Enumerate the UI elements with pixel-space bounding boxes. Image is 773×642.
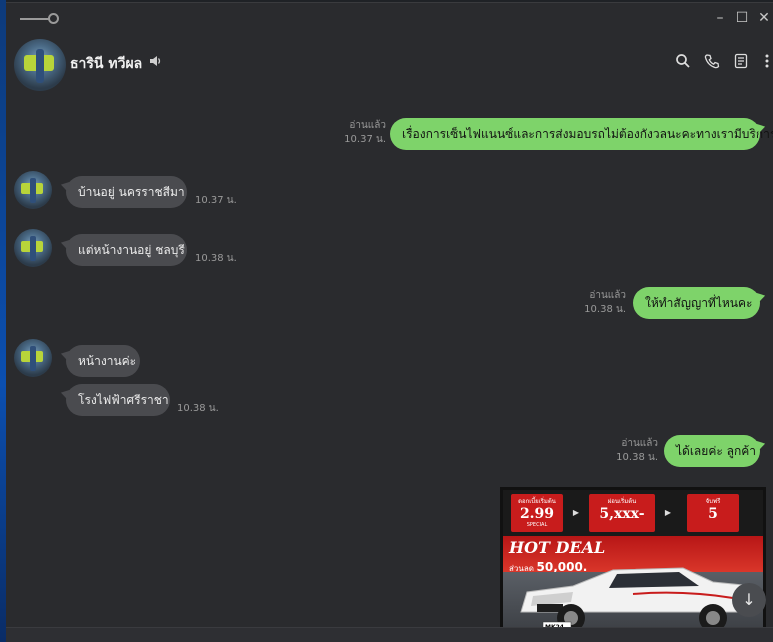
read-receipt: อ่านแล้ว — [349, 120, 386, 131]
pickup-truck-illustration — [520, 567, 760, 630]
title-bar: – ☐ ✕ — [6, 3, 773, 33]
rate-label: ดอกเบี้ยเริ่มต้น — [518, 498, 556, 505]
close-button[interactable]: ✕ — [755, 9, 773, 27]
incoming-message[interactable]: โรงไฟฟ้าศรีราชา — [66, 384, 170, 416]
window-slider-handle[interactable] — [48, 13, 59, 24]
message-composer[interactable] — [6, 627, 773, 642]
outgoing-message[interactable]: ได้เลยค่ะ ลูกค้า — [664, 435, 760, 467]
rate-value: 2.99 — [519, 506, 555, 522]
read-receipt: อ่านแล้ว — [589, 290, 626, 301]
message-time: 10.37 น. — [195, 195, 237, 206]
search-icon[interactable] — [674, 53, 692, 71]
contact-name[interactable]: ธารินี ทวีผล — [70, 53, 142, 75]
message-list[interactable]: อ่านแล้ว 10.37 น. เรื่องการเซ็นไฟแนนซ์แล… — [6, 93, 773, 633]
message-meta: อ่านแล้ว 10.38 น. — [552, 289, 626, 317]
installment-value: 5,xxx- — [599, 506, 645, 522]
minimize-button[interactable]: – — [711, 9, 729, 27]
incoming-message[interactable]: แต่หน้างานอยู่ ชลบุรี — [66, 234, 187, 266]
more-options-icon[interactable] — [758, 53, 773, 71]
rate-note: SPECIAL — [526, 522, 548, 528]
read-receipt: อ่านแล้ว — [621, 438, 658, 449]
outgoing-message[interactable]: เรื่องการเซ็นไฟแนนซ์และการส่งมอบรถไม่ต้อ… — [390, 118, 773, 150]
contact-avatar-small[interactable] — [14, 339, 52, 377]
chevron-icon: ▶ — [572, 508, 580, 517]
hot-deal-title: HOT DEAL — [509, 538, 606, 557]
incoming-message[interactable]: หน้างานค่ะ — [66, 345, 140, 377]
message-time: 10.37 น. — [344, 134, 386, 145]
notification-sound-icon[interactable] — [148, 54, 162, 71]
rate-box: ดอกเบี้ยเริ่มต้น 2.99 SPECIAL — [511, 494, 563, 532]
window-slider-track[interactable] — [20, 18, 50, 20]
phone-icon[interactable] — [703, 53, 721, 71]
message-time: 10.38 น. — [177, 403, 219, 414]
incoming-message[interactable]: บ้านอยู่ นครราชสีมา — [66, 176, 187, 208]
installment-label: ผ่อนเริ่มต้น — [607, 498, 637, 505]
chevron-icon: ▶ — [664, 508, 672, 517]
scroll-to-bottom-button[interactable]: ↓ — [732, 583, 766, 617]
chat-window: – ☐ ✕ ธารินี ทวีผล อ่านแล้ว 10.37 น. เรื… — [6, 2, 773, 642]
months-value: 5 — [708, 506, 718, 522]
message-time: 10.38 น. — [584, 304, 626, 315]
notes-icon[interactable] — [732, 53, 750, 71]
promo-image-message[interactable]: ดอกเบี้ยเริ่มต้น 2.99 SPECIAL ▶ ผ่อนเริ่… — [500, 487, 766, 633]
installment-box: ผ่อนเริ่มต้น 5,xxx- — [589, 494, 655, 532]
message-time: 10.38 น. — [195, 253, 237, 264]
months-box: จับฟรี 5 — [687, 494, 739, 532]
chat-header: ธารินี ทวีผล — [6, 33, 773, 93]
contact-avatar-small[interactable] — [14, 229, 52, 267]
message-time: 10.38 น. — [616, 452, 658, 463]
contact-avatar-small[interactable] — [14, 171, 52, 209]
outgoing-message[interactable]: ให้ทำสัญญาที่ไหนคะ — [633, 287, 760, 319]
message-meta: อ่านแล้ว 10.38 น. — [584, 437, 658, 465]
maximize-button[interactable]: ☐ — [733, 9, 751, 27]
months-label: จับฟรี — [705, 498, 721, 505]
contact-avatar[interactable] — [14, 39, 66, 91]
message-meta: อ่านแล้ว 10.37 น. — [312, 119, 386, 147]
promo-offer-strip: ดอกเบี้ยเริ่มต้น 2.99 SPECIAL ▶ ผ่อนเริ่… — [503, 490, 763, 536]
